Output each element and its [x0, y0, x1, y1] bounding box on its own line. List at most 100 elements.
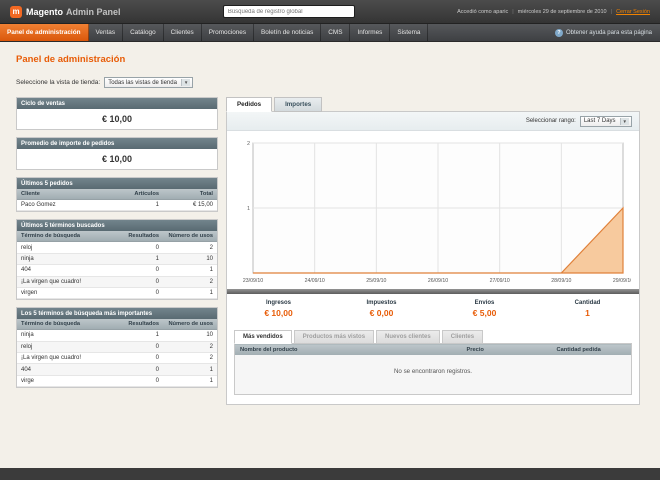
avg-order-value: € 10,00 — [101, 154, 133, 164]
table-row[interactable]: ninja 1 10 — [17, 253, 217, 266]
total-ingresos: Ingresos € 10,00 — [227, 300, 330, 318]
cell: 10 — [163, 329, 217, 342]
top-search-section: Los 5 términos de búsqueda más important… — [16, 307, 218, 389]
tab-clientes[interactable]: Clientes — [441, 330, 484, 344]
svg-text:28/09/10: 28/09/10 — [551, 278, 571, 284]
orders-chart: 1 2 23/09/10 24/09/10 25/09/10 26/09/10 27/09/… — [227, 131, 639, 287]
sales-cycle-value: € 10,00 — [101, 114, 133, 124]
cell: 1 — [163, 363, 217, 376]
products-tabs: Más vendidos Productos más vistos Nuevos… — [234, 330, 632, 344]
table-row[interactable]: reloj 0 2 — [17, 241, 217, 254]
cell: 0 — [123, 287, 163, 300]
section-title: Promedio de importe de pedidos — [17, 138, 217, 149]
nav-item-ventas[interactable]: Ventas — [89, 24, 124, 41]
svg-text:25/09/10: 25/09/10 — [366, 278, 386, 284]
col-header: Término de búsqueda — [17, 319, 123, 331]
cell: 0 — [123, 276, 163, 288]
table-row[interactable]: ninja 1 10 — [17, 329, 217, 342]
nav-item-cms[interactable]: CMS — [321, 24, 351, 41]
cell: ninja — [17, 253, 123, 266]
svg-text:1: 1 — [247, 206, 250, 212]
table-row[interactable]: Paco Gomez 1 € 15,00 — [17, 199, 217, 212]
tab-importes[interactable]: Importes — [274, 97, 323, 112]
total-value: 1 — [585, 308, 590, 318]
nav-item-sistema[interactable]: Sistema — [390, 24, 429, 41]
table-row[interactable]: virgen 0 1 — [17, 287, 217, 300]
total-label: Impuestos — [366, 300, 397, 306]
dashboard-main: Pedidos Importes Seleccionar rango: Last… — [226, 97, 640, 405]
tab-productos-mas-vistos[interactable]: Productos más vistos — [293, 330, 375, 344]
table-row[interactable]: reloj 0 2 — [17, 341, 217, 354]
tab-nuevos-clientes[interactable]: Nuevos clientes — [376, 330, 440, 344]
empty-message: No se encontraron registros. — [234, 355, 632, 395]
chevron-down-icon: ▼ — [180, 79, 191, 86]
svg-text:26/09/10: 26/09/10 — [428, 278, 448, 284]
total-label: Cantidad — [574, 300, 601, 306]
cell: 1 — [123, 199, 163, 212]
table-row[interactable]: ¡La virgen que cuadro! 0 2 — [17, 276, 217, 288]
cell: ¡La virgen que cuadro! — [17, 352, 123, 365]
col-header: Total — [163, 189, 217, 200]
table-row[interactable]: virge 0 1 — [17, 375, 217, 388]
page-help-link[interactable]: ? Obtener ayuda para esta página — [554, 24, 660, 41]
last-search-table: Término de búsqueda Resultados Número de… — [17, 231, 217, 300]
cell: reloj — [17, 341, 123, 354]
current-date: miércoles 29 de septiembre de 2010 — [517, 8, 607, 15]
col-header: Artículos — [123, 189, 163, 200]
section-title: Ciclo de ventas — [17, 98, 217, 109]
admin-header: m Magento Admin Panel Accedió como apari… — [0, 0, 660, 24]
logout-link[interactable]: Cerrar Sesión — [616, 9, 650, 15]
cell: 404 — [17, 363, 123, 376]
table-row[interactable]: 404 0 1 — [17, 264, 217, 277]
products-grid-section: Más vendidos Productos más vistos Nuevos… — [227, 322, 639, 397]
products-table: Nombre del producto Precio Cantidad pedi… — [234, 343, 632, 395]
range-select[interactable]: Last 7 Days ▼ — [579, 115, 632, 127]
svg-text:27/09/10: 27/09/10 — [490, 278, 510, 284]
range-label: Seleccionar rango: — [525, 118, 576, 124]
col-header: Nombre del producto — [234, 343, 462, 355]
svg-text:2: 2 — [247, 141, 250, 147]
cell: 0 — [123, 241, 163, 254]
nav-item-dashboard[interactable]: Panel de administración — [0, 24, 89, 41]
logo-brand-text: Magento — [26, 6, 63, 17]
cell: virge — [17, 375, 123, 388]
total-value: € 5,00 — [472, 308, 497, 318]
tab-pedidos[interactable]: Pedidos — [226, 97, 273, 112]
avg-order-section: Promedio de importe de pedidos € 10,00 — [16, 137, 218, 170]
nav-item-clientes[interactable]: Clientes — [164, 24, 202, 41]
last-orders-table: Cliente Artículos Total Paco Gomez 1 € 1… — [17, 189, 217, 212]
cell: 1 — [123, 253, 163, 266]
total-value: € 0,00 — [369, 308, 394, 318]
cell: 1 — [163, 287, 217, 300]
col-header: Precio — [461, 343, 552, 355]
tab-mas-vendidos[interactable]: Más vendidos — [234, 330, 292, 344]
global-search-input[interactable] — [222, 5, 355, 18]
last-orders-section: Últimos 5 pedidos Cliente Artículos Tota… — [16, 177, 218, 213]
dashboard-sidebar: Ciclo de ventas € 10,00 Promedio de impo… — [16, 97, 218, 405]
total-label: Envíos — [474, 300, 495, 306]
cell: 2 — [163, 241, 217, 254]
total-envios: Envíos € 5,00 — [433, 300, 536, 318]
cell: 10 — [163, 253, 217, 266]
col-header: Cliente — [17, 189, 123, 200]
cell: 404 — [17, 264, 123, 277]
cell: 1 — [163, 264, 217, 277]
table-row[interactable]: 404 0 1 — [17, 363, 217, 376]
cell: 0 — [123, 375, 163, 388]
chart-tabs: Pedidos Importes — [226, 97, 640, 112]
nav-item-promociones[interactable]: Promociones — [202, 24, 255, 41]
nav-item-catalogo[interactable]: Catálogo — [123, 24, 164, 41]
nav-item-informes[interactable]: Informes — [350, 24, 391, 41]
empty-row: No se encontraron registros. — [234, 355, 632, 395]
chart-panel: Seleccionar rango: Last 7 Days ▼ 1 2 23/09… — [226, 111, 640, 405]
store-view-select[interactable]: Todas las vistas de tienda ▼ — [104, 77, 194, 88]
col-header: Número de usos — [163, 231, 217, 243]
col-header: Cantidad pedida — [551, 343, 632, 355]
logged-in-as: Accedió como aparic — [457, 8, 509, 15]
magento-logo: m Magento Admin Panel — [10, 5, 121, 18]
cell: 0 — [123, 264, 163, 277]
svg-text:23/09/10: 23/09/10 — [243, 278, 263, 284]
table-row[interactable]: ¡La virgen que cuadro! 0 2 — [17, 352, 217, 365]
nav-item-boletin[interactable]: Boletín de noticias — [254, 24, 322, 41]
total-cantidad: Cantidad 1 — [536, 300, 639, 318]
